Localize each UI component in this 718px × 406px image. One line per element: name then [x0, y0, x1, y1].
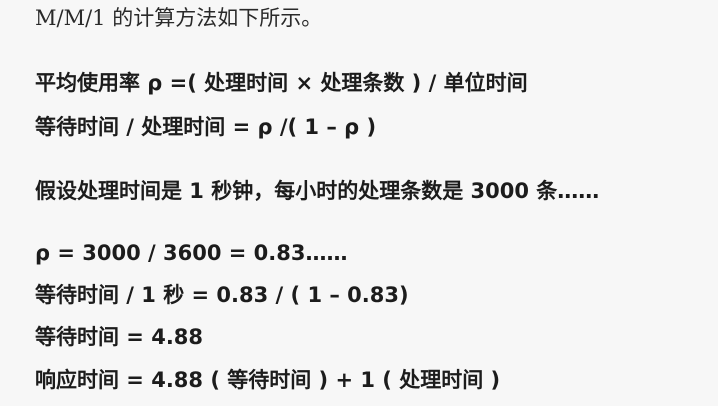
- wait-result: 等待时间 = 4.88: [35, 325, 204, 349]
- utilization-formula: 平均使用率 ρ =( 处理时间 × 处理条数 ) / 单位时间: [35, 71, 528, 95]
- response-time: 响应时间 = 4.88 ( 等待时间 ) + 1 ( 处理时间 ): [35, 368, 501, 392]
- document-body: M/M/1 的计算方法如下所示。 平均使用率 ρ =( 处理时间 × 处理条数 …: [35, 0, 698, 406]
- intro-text: M/M/1 的计算方法如下所示。: [35, 6, 323, 30]
- assumption-text: 假设处理时间是 1 秒钟，每小时的处理条数是 3000 条……: [35, 179, 600, 203]
- wait-equation: 等待时间 / 1 秒 = 0.83 / ( 1 – 0.83): [35, 283, 409, 307]
- rho-calculation: ρ = 3000 / 3600 = 0.83……: [35, 241, 348, 265]
- wait-ratio-formula: 等待时间 / 处理时间 = ρ /( 1 – ρ ): [35, 115, 377, 139]
